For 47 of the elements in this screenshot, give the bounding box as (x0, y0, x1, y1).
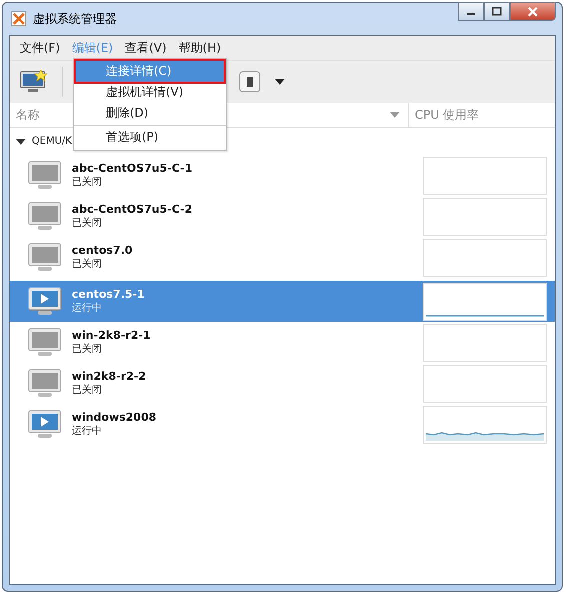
vm-name: win2k8-r2-2 (72, 370, 146, 383)
vm-name: win-2k8-r2-1 (72, 329, 151, 342)
vm-name: windows2008 (72, 411, 157, 424)
running-monitor-icon (28, 286, 62, 316)
vm-row[interactable]: windows2008 运行中 (10, 404, 555, 445)
sort-caret-icon[interactable] (390, 112, 400, 118)
vm-name: abc-CentOS7u5-C-2 (72, 203, 193, 216)
menu-item[interactable]: 文件(F) (14, 40, 66, 56)
close-button[interactable] (510, 2, 556, 21)
menu-option[interactable]: 虚拟机详情(V) (76, 82, 224, 103)
vm-row[interactable]: win2k8-r2-2 已关闭 (10, 363, 555, 404)
group-label: QEMU/K (32, 136, 72, 147)
vm-row[interactable]: abc-CentOS7u5-C-1 已关闭 (10, 155, 555, 196)
vm-row[interactable]: abc-CentOS7u5-C-2 已关闭 (10, 196, 555, 237)
column-header[interactable]: CPU 使用率 (415, 106, 555, 124)
vm-name: abc-CentOS7u5-C-1 (72, 162, 193, 175)
menu-option[interactable]: 首选项(P) (76, 127, 224, 148)
vm-name: centos7.0 (72, 244, 133, 257)
vm-status: 运行中 (72, 424, 103, 438)
monitor-icon (28, 368, 62, 398)
running-monitor-icon (28, 410, 62, 440)
vm-status: 已关闭 (72, 176, 103, 189)
monitor-icon (28, 328, 62, 358)
vm-status: 运行中 (72, 302, 103, 315)
shutdown-button[interactable] (237, 69, 263, 95)
dropdown-caret-icon[interactable] (275, 79, 285, 85)
menu-option[interactable]: 删除(D) (76, 103, 224, 124)
vm-name: centos7.5-1 (72, 288, 145, 301)
maximize-icon (492, 7, 502, 16)
vm-row[interactable]: win-2k8-r2-1 已关闭 (10, 322, 555, 363)
vm-status: 已关闭 (72, 216, 103, 230)
window-title: 虚拟系统管理器 (33, 10, 118, 28)
monitor-icon (28, 160, 62, 190)
minimize-button[interactable] (458, 2, 484, 21)
menu-item[interactable]: 帮助(H) (172, 40, 228, 56)
menu-item[interactable]: 查看(V) (119, 40, 173, 56)
expander-icon[interactable] (16, 138, 26, 146)
vm-status: 已关闭 (72, 342, 103, 356)
monitor-icon (28, 202, 62, 232)
app-icon (11, 11, 27, 27)
close-icon (527, 6, 539, 16)
monitor-icon (28, 242, 62, 272)
maximize-button[interactable] (484, 2, 510, 21)
column-header[interactable]: 名称 (16, 106, 40, 124)
vm-status: 已关闭 (72, 258, 103, 271)
vm-status: 已关闭 (72, 384, 103, 397)
vm-row[interactable]: centos7.0 已关闭 (10, 237, 555, 278)
